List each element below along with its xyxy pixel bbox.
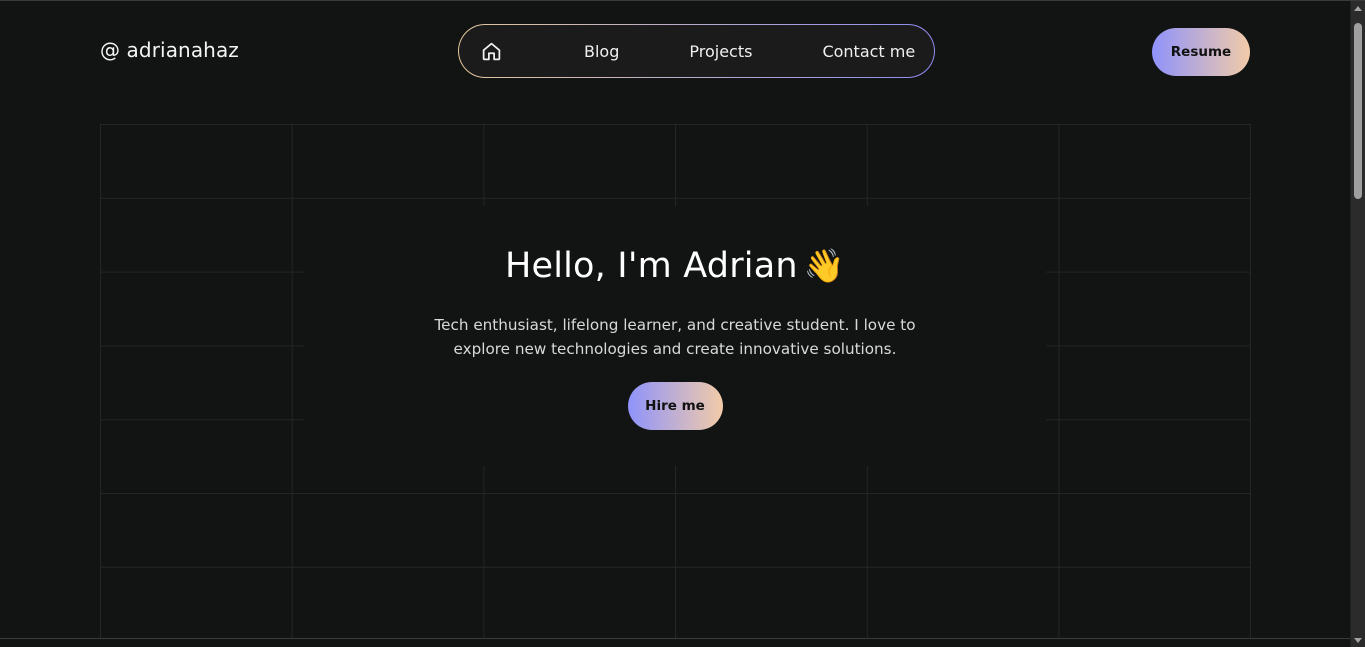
hero-description: Tech enthusiast, lifelong learner, and c… [434,316,916,358]
vertical-scrollbar[interactable] [1350,1,1365,647]
nav-link-blog[interactable]: Blog [584,42,619,61]
main-nav: Blog Projects Contact me [458,24,935,78]
hero-section: Hello, I'm Adrian 👋 Tech enthusiast, life… [304,239,1046,430]
nav-link-contact[interactable]: Contact me [822,42,915,61]
site-logo[interactable]: @ adrianahaz [100,38,239,62]
bottom-edge [0,638,1350,647]
scrollbar-thumb[interactable] [1354,23,1362,199]
scroll-down-arrow-icon[interactable] [1354,638,1362,643]
scroll-up-arrow-icon[interactable] [1354,6,1362,11]
page: @ adrianahaz Blog Projects Contact me Re… [0,0,1365,647]
home-icon[interactable] [481,39,502,63]
main-nav-pill: Blog Projects Contact me [459,25,934,77]
hero-title: Hello, I'm Adrian 👋 [304,239,1046,293]
hire-me-button[interactable]: Hire me [627,382,723,430]
hero-title-text: Hello, I'm Adrian [504,246,798,286]
resume-button[interactable]: Resume [1152,28,1250,76]
nav-link-projects[interactable]: Projects [689,42,752,61]
waving-hand-icon: 👋 [803,246,846,285]
